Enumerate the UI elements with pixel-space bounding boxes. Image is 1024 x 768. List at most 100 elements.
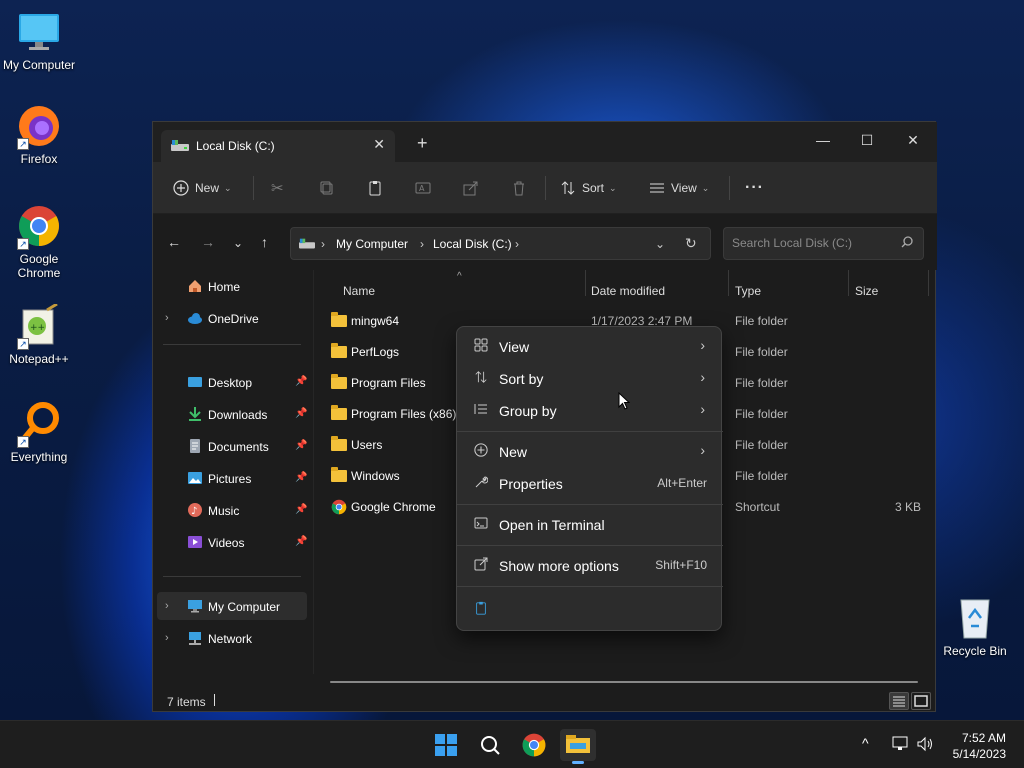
column-header-type[interactable]: Type (735, 284, 761, 298)
copy-button[interactable] (319, 177, 335, 199)
tab-local-disk[interactable]: Local Disk (C:) ✕ (161, 130, 395, 162)
column-separator[interactable] (728, 270, 729, 296)
search-icon[interactable] (901, 236, 913, 251)
column-header-size[interactable]: Size (855, 284, 878, 298)
copy-icon (320, 181, 333, 195)
maximize-icon[interactable]: ☐ (851, 128, 883, 152)
chevron-right-icon[interactable]: › (165, 632, 169, 644)
nav-label: Network (208, 632, 253, 646)
column-separator[interactable] (848, 270, 849, 296)
refresh-icon[interactable]: ↻ (685, 235, 697, 252)
nav-item-my-computer[interactable]: › My Computer (157, 592, 307, 620)
rename-button[interactable]: A (415, 177, 431, 199)
volume-icon[interactable] (916, 735, 934, 756)
menu-item-new[interactable]: New › (461, 435, 719, 467)
desktop-icon-firefox[interactable]: ↗ Firefox (0, 104, 78, 166)
share-button[interactable] (463, 177, 479, 199)
close-window-icon[interactable]: ✕ (897, 128, 929, 152)
start-button[interactable] (428, 729, 464, 761)
see-more-button[interactable]: ··· (745, 177, 764, 199)
chevron-down-icon: ⌄ (609, 182, 617, 193)
up-icon[interactable]: ↑ (261, 234, 268, 250)
chrome-icon (331, 499, 347, 515)
nav-item-pictures[interactable]: Pictures 📌 (153, 464, 311, 492)
monitor-icon (17, 10, 61, 54)
pane-splitter[interactable] (313, 270, 314, 674)
menu-paste-button[interactable] (461, 592, 719, 624)
trash-icon (514, 181, 524, 196)
nav-item-documents[interactable]: Documents 📌 (153, 432, 311, 460)
drive-icon (299, 238, 315, 253)
nav-label: My Computer (208, 600, 281, 614)
breadcrumb-my-computer[interactable]: My Computer (336, 237, 408, 251)
taskbar-chrome[interactable] (516, 729, 552, 761)
status-divider (214, 694, 215, 706)
chevron-up-icon[interactable]: ^ (862, 735, 869, 751)
file-name: Program Files (x86) (351, 407, 457, 421)
nav-item-music[interactable]: ♪ Music 📌 (153, 496, 311, 524)
minimize-icon[interactable]: — (807, 128, 839, 152)
back-icon[interactable]: ← (167, 234, 181, 250)
file-type: File folder (735, 345, 788, 359)
recent-locations-chevron-icon[interactable]: ⌄ (233, 236, 243, 250)
divider (253, 176, 254, 200)
nav-item-home[interactable]: Home (153, 272, 311, 300)
view-button[interactable]: View ⌄ (649, 177, 709, 199)
menu-item-view[interactable]: View › (461, 330, 719, 362)
sort-button[interactable]: Sort ⌄ (560, 177, 617, 199)
nav-item-desktop[interactable]: Desktop 📌 (153, 368, 311, 396)
search-button[interactable] (472, 729, 508, 761)
nav-label: Videos (208, 536, 245, 550)
forward-icon[interactable]: → (201, 234, 215, 250)
nav-item-onedrive[interactable]: › OneDrive (153, 304, 311, 332)
close-tab-icon[interactable]: ✕ (373, 136, 385, 153)
paste-button[interactable] (367, 177, 383, 199)
address-bar[interactable]: › My Computer › Local Disk (C:) › ⌄ ↻ (290, 227, 711, 260)
horizontal-scrollbar[interactable] (330, 681, 918, 683)
nav-label: OneDrive (208, 312, 259, 326)
desktop-icon-everything[interactable]: ↗ Everything (0, 402, 78, 464)
pictures-icon (187, 470, 203, 486)
search-box[interactable] (723, 227, 924, 260)
chevron-right-icon[interactable]: › (165, 312, 169, 324)
menu-item-sort-by[interactable]: Sort by › (461, 362, 719, 394)
chevron-down-icon: ⌄ (701, 182, 710, 193)
delete-button[interactable] (511, 177, 527, 199)
new-button[interactable]: New ⌄ (173, 177, 232, 199)
column-header-date-modified[interactable]: Date modified (591, 284, 665, 298)
menu-item-properties[interactable]: Properties Alt+Enter (461, 467, 719, 499)
column-header-name[interactable]: Name (343, 284, 375, 298)
column-separator[interactable] (585, 270, 586, 296)
column-separator[interactable] (928, 270, 929, 296)
desktop-icon-google-chrome[interactable]: ↗ Google Chrome (0, 204, 78, 280)
nav-item-videos[interactable]: Videos 📌 (153, 528, 311, 556)
clock[interactable]: 7:52 AM 5/14/2023 (953, 730, 1006, 762)
videos-icon (187, 534, 203, 550)
menu-item-show-more-options[interactable]: Show more options Shift+F10 (461, 549, 719, 581)
menu-item-group-by[interactable]: Group by › (461, 394, 719, 426)
details-view-icon[interactable] (889, 692, 909, 710)
breadcrumb-local-disk[interactable]: Local Disk (C:) (433, 237, 512, 251)
chevron-right-icon[interactable]: › (165, 600, 169, 612)
desktop-icon-my-computer[interactable]: My Computer (0, 10, 78, 72)
nav-item-downloads[interactable]: Downloads 📌 (153, 400, 311, 428)
chevron-down-icon[interactable]: ⌄ (655, 237, 665, 251)
desktop-icon-recycle-bin[interactable]: Recycle Bin (936, 596, 1014, 658)
pin-icon: 📌 (295, 376, 308, 387)
cut-button[interactable]: ✂ (271, 177, 284, 199)
menu-item-open-in-terminal[interactable]: Open in Terminal (461, 508, 719, 540)
nav-item-network[interactable]: › Network (153, 624, 311, 652)
search-input[interactable] (732, 236, 902, 250)
taskbar-file-explorer[interactable] (560, 729, 596, 764)
chevron-right-icon: › (700, 337, 705, 353)
tiles-view-icon[interactable] (911, 692, 931, 710)
breadcrumb-separator-icon[interactable]: › (515, 237, 519, 251)
desktop-icon-notepad-plus-plus[interactable]: ++ ↗ Notepad++ (0, 302, 78, 366)
network-status-icon[interactable] (892, 735, 910, 756)
nav-label: Pictures (208, 472, 252, 486)
mouse-cursor-icon (618, 391, 631, 413)
breadcrumb-separator-icon[interactable]: › (420, 237, 424, 251)
file-explorer-icon (566, 735, 590, 753)
breadcrumb-separator-icon[interactable]: › (321, 237, 325, 251)
new-tab-icon[interactable]: + (417, 134, 428, 152)
